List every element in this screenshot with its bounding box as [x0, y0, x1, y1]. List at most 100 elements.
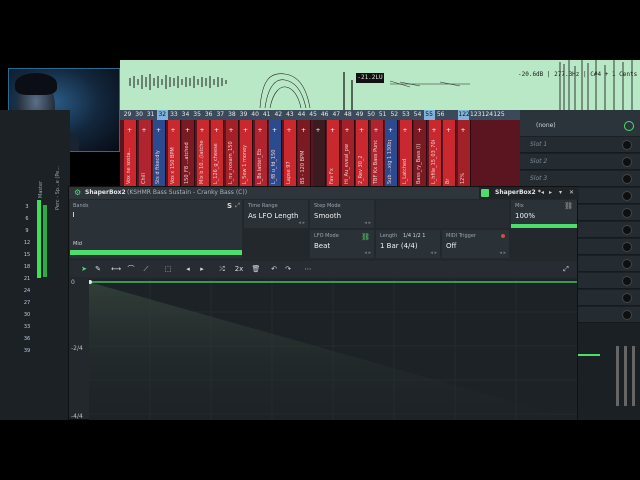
shaperbox-titlebar[interactable]: ⚙ ShaperBox2 (KSHMR Bass Sustain - Crank… — [69, 187, 579, 199]
lfo-mode-control[interactable]: LFO Mode Beat ⛓ ◂ ▸ — [310, 230, 374, 258]
stepper-arrows-icon[interactable]: ◂ ▸ — [364, 220, 371, 226]
playlist-bar-number[interactable]: 36 — [203, 110, 214, 120]
slot-3[interactable]: Slot 3 — [520, 171, 640, 187]
mid-band-bar[interactable] — [70, 250, 242, 255]
gear-icon[interactable]: ⚙ — [74, 189, 82, 197]
playlist-bar-header[interactable]: 29 30 31 32 33 34 35 36 37 38 39 40 41 42 43 44 45 46 47 48… — [120, 110, 520, 120]
fader-2[interactable] — [624, 346, 627, 406]
playlist-clip[interactable]: + Chill — [138, 120, 152, 186]
playlist-bar-number[interactable]: 53 — [400, 110, 411, 120]
playlist-clip[interactable]: + L_hfile_15_03_70k — [428, 120, 442, 186]
playlist-clip[interactable]: + Sub ...xig 1 130bpm — [385, 120, 398, 186]
playlist-bar-number[interactable]: 42 — [273, 110, 284, 120]
playlist-clip[interactable]: +150_F8 ...atched — [182, 120, 195, 186]
shape-editor-canvas[interactable] — [89, 279, 577, 420]
playlist-bar-number[interactable]: 31 — [145, 110, 156, 120]
playlist-clip[interactable]: + L_Bs latter_Eb — [254, 120, 268, 186]
mix-control[interactable]: Mix 100% ⛓ — [511, 200, 577, 228]
redo-icon[interactable]: ↷ — [282, 263, 294, 275]
playlist-clip[interactable]: + Vos x 150 BPM — [167, 120, 181, 186]
playlist-clips[interactable]: + Vox ne sosta... + Chill + Sts d ftkecdly + Vo… — [120, 120, 520, 186]
playlist-bar-number[interactable]: 33 — [168, 110, 179, 120]
playlist-bar-number[interactable]: 43 — [284, 110, 295, 120]
playlist-bar-number[interactable]: 124 — [482, 110, 493, 120]
playlist-bar-number[interactable]: 41 — [261, 110, 272, 120]
slot-9-knob[interactable] — [622, 276, 632, 286]
undo-icon[interactable]: ↶ — [268, 263, 280, 275]
delete-icon[interactable]: 🗑 — [250, 263, 262, 275]
playlist-bar-number[interactable]: 32 — [156, 110, 168, 120]
link-icon[interactable]: ⛓ — [564, 202, 573, 210]
playlist-bar-number[interactable]: 46 — [319, 110, 330, 120]
playlist-bar-number[interactable]: 40 — [250, 110, 261, 120]
playlist-bar-number[interactable]: 44 — [296, 110, 307, 120]
solo-button[interactable]: S — [227, 202, 232, 210]
brush-tool-icon[interactable]: ⟋ — [140, 263, 152, 275]
time-range-control[interactable]: Time Range As LFO Length ◂ ▸ — [244, 200, 308, 228]
link-icon[interactable]: ⛓ — [361, 233, 370, 241]
playlist-clip[interactable]: + Bass_ry_Bass (l) — [414, 120, 427, 186]
step-mode-control[interactable]: Step Mode Smooth ◂ ▸ — [310, 200, 374, 228]
band-marker-icon[interactable] — [73, 212, 77, 217]
plugin-tab[interactable]: ShaperBox2 * ◂ ▸ ▾ ✕ — [479, 187, 579, 199]
mix-level-bar[interactable] — [511, 224, 577, 228]
close-icon[interactable]: ✕ — [569, 189, 574, 196]
playlist-bar-number[interactable]: 38 — [226, 110, 237, 120]
playlist-bar-number[interactable]: 51 — [377, 110, 388, 120]
stepper-arrows-icon[interactable]: ◂ ▸ — [499, 250, 506, 256]
slot-7-knob[interactable] — [622, 242, 632, 252]
playlist-clip[interactable]: + BS - 120 BPM — [298, 120, 311, 186]
playlist-bar-number[interactable]: 54 — [412, 110, 423, 120]
playlist-bar-number[interactable]: 35 — [192, 110, 203, 120]
playlist-bar-number[interactable]: 123 — [470, 110, 481, 120]
stepper-arrows-icon[interactable]: ◂ ▸ — [364, 250, 371, 256]
slot-10-knob[interactable] — [622, 293, 632, 303]
slot-6-knob[interactable] — [622, 225, 632, 235]
playlist-clip[interactable]: + TBF Kx Bass Punch — [370, 120, 384, 186]
playlist-bar-number[interactable]: 49 — [354, 110, 365, 120]
arrow-left-icon[interactable]: ◂ — [541, 189, 544, 196]
slot-2-knob[interactable] — [622, 157, 632, 167]
playlist-bar-number[interactable]: 50 — [366, 110, 377, 120]
length-control[interactable]: Length 1/4 1/2 1 1 Bar (4/4) ◂ ▸ — [376, 230, 440, 258]
playlist-bar-number[interactable]: 125 — [493, 110, 504, 120]
playlist-clip[interactable]: + L_nv_nxsam_150 — [225, 120, 239, 186]
playlist-bar-number[interactable] — [447, 110, 458, 120]
shape-editor-graph[interactable] — [89, 279, 577, 420]
slot-5-knob[interactable] — [622, 208, 632, 218]
slot-11-knob[interactable] — [622, 310, 632, 320]
shuffle-icon[interactable]: ⤮ — [216, 263, 228, 275]
playlist-bar-number[interactable]: 45 — [308, 110, 319, 120]
playlist-clip[interactable]: +12% — [457, 120, 471, 186]
playlist-clip[interactable]: + Fav Fx — [327, 120, 340, 186]
playlist-bar-number[interactable]: 55 — [423, 110, 435, 120]
more-options-icon[interactable]: ⋯ — [302, 263, 314, 275]
stepper-arrows-icon[interactable]: ◂ ▸ — [298, 220, 305, 226]
midi-trigger-control[interactable]: MIDI Trigger Off ◂ ▸ — [442, 230, 509, 258]
playlist-clip[interactable]: + — [312, 120, 326, 186]
stepper-arrows-icon[interactable]: ◂ ▸ — [430, 250, 437, 256]
playlist-clip[interactable]: + L_Latched — [399, 120, 413, 186]
playlist-bar-number[interactable]: 29 — [122, 110, 133, 120]
playlist-clip[interactable]: + L_126_g_cheese — [211, 120, 224, 186]
playlist-bar-number[interactable]: 47 — [331, 110, 342, 120]
playlist-bar-number[interactable]: 37 — [215, 110, 226, 120]
slot-8-knob[interactable] — [622, 259, 632, 269]
playlist-clip[interactable]: + Mix b 10...(latched) — [196, 120, 210, 186]
fader-3[interactable] — [632, 346, 635, 406]
slot-2[interactable]: Slot 2 — [520, 154, 640, 170]
playlist-clip[interactable]: + Lapse 97 — [283, 120, 297, 186]
playlist-clip[interactable]: + Hi_Au_eveal_pw — [341, 120, 355, 186]
playlist-clip[interactable]: + L_f8 u_fd_150 — [269, 120, 282, 186]
playlist-clip[interactable]: + Sts d ftkecdly — [153, 120, 166, 186]
playlist-bar-number[interactable]: 56 — [435, 110, 446, 120]
playlist-bar-number[interactable]: 122 — [458, 110, 470, 120]
playlist-bar-number[interactable]: 30 — [134, 110, 145, 120]
playlist-clip[interactable]: + L_5ew 1 money — [240, 120, 253, 186]
select-box-icon[interactable]: ⬚ — [162, 263, 174, 275]
power-ring-icon[interactable] — [624, 121, 634, 131]
expand-icon[interactable]: ⤢ — [560, 263, 572, 275]
playlist-clip[interactable]: +2_Rev 30_2 — [356, 120, 369, 186]
playlist-bar-number[interactable]: 48 — [342, 110, 353, 120]
playlist-bar-number[interactable]: 39 — [238, 110, 249, 120]
